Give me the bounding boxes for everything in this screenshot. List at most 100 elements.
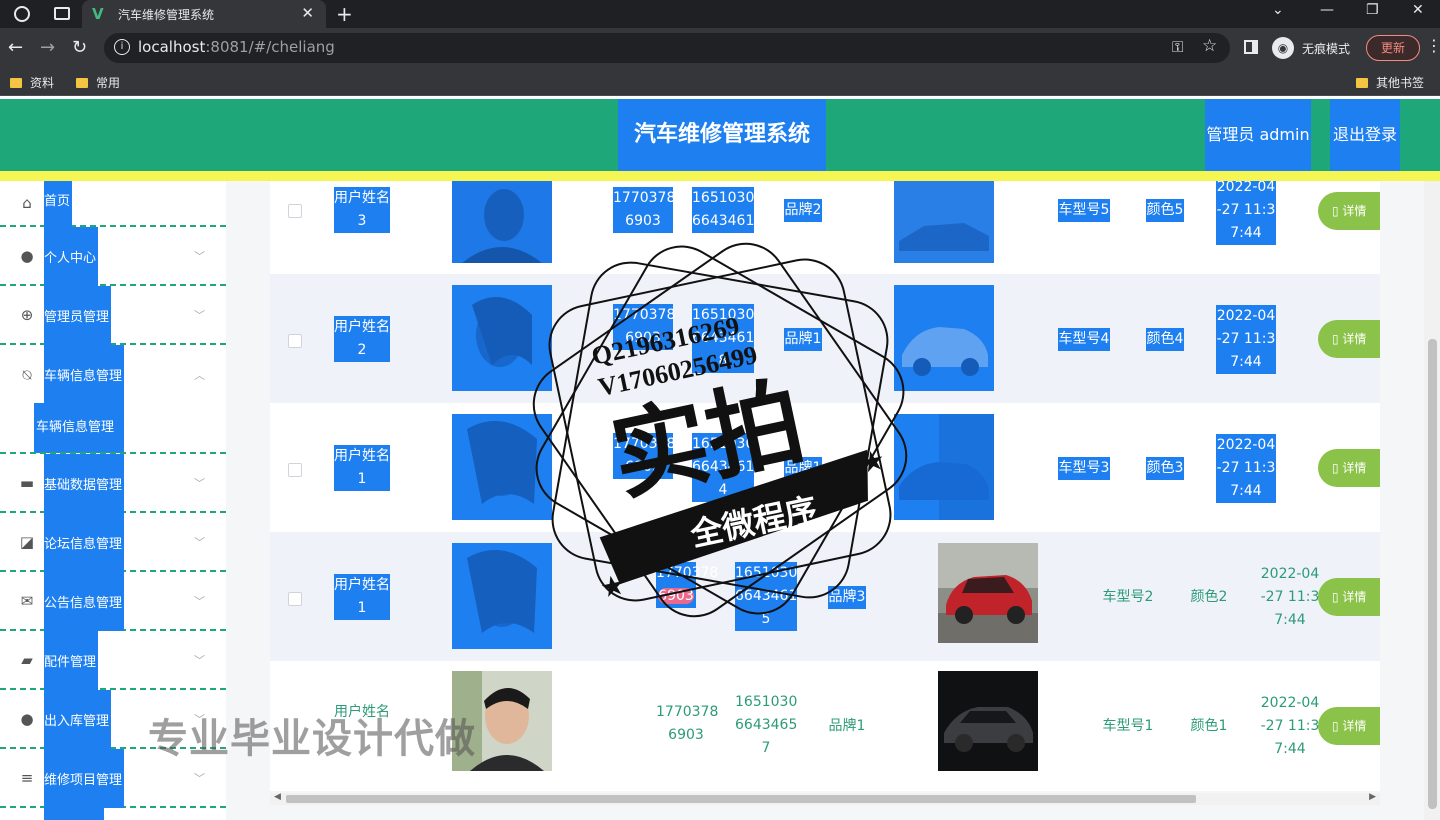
url-text[interactable]: localhost:8081/#/cheliang xyxy=(138,38,335,56)
created-time-cell: 2022-04 -27 11:3 7:44 xyxy=(1216,181,1276,245)
row-checkbox[interactable] xyxy=(288,592,302,606)
vehicle-photo xyxy=(938,671,1038,771)
user-name-cell: 用户姓名 2 xyxy=(334,316,390,362)
color-cell: 颜色4 xyxy=(1146,328,1184,351)
sidebar-item-partial xyxy=(44,808,104,820)
bookmark-folder[interactable]: 常用 xyxy=(76,74,120,91)
crosshair-icon: ⊕ xyxy=(20,305,34,324)
wallet-icon: ▰ xyxy=(21,650,33,669)
watermark-stamp: Q2196316269 V17060256499 实拍 全微程序 ★ ★ xyxy=(532,242,908,618)
reload-icon[interactable]: ↻ xyxy=(72,37,87,58)
window-close-icon[interactable]: ✕ xyxy=(1412,2,1424,18)
created-time-cell: 2022-04 -27 11:3 7:44 xyxy=(1260,566,1320,628)
color-cell: 颜色3 xyxy=(1146,457,1184,480)
document-icon: ▯ xyxy=(1332,332,1343,346)
update-button[interactable]: 更新 xyxy=(1366,35,1420,61)
color-cell: 颜色5 xyxy=(1146,199,1184,222)
document-icon: ▯ xyxy=(1332,461,1343,475)
sidebar-item-base-data[interactable]: ▬ 基础数据管理 ﹀ xyxy=(0,454,226,513)
tab-title: 汽车维修管理系统 xyxy=(118,8,215,22)
window-icon[interactable] xyxy=(54,7,70,20)
bookmark-star-icon[interactable]: ☆ xyxy=(1202,36,1217,56)
other-bookmarks[interactable]: 其他书签 xyxy=(1356,74,1424,91)
key-icon[interactable]: ⚿ xyxy=(1172,38,1183,56)
user-name-cell: 用户姓名 1 xyxy=(334,445,390,491)
sidebar-item-forum[interactable]: ◪ 论坛信息管理 ﹀ xyxy=(0,513,226,572)
current-user-label: 管理员 admin xyxy=(1205,99,1311,171)
sidebar-submenu-divider xyxy=(0,397,226,454)
chevron-up-icon: ︿ xyxy=(194,368,205,382)
scroll-left-icon[interactable]: ◀ xyxy=(274,792,281,802)
address-bar-row: ← → ↻ i localhost:8081/#/cheliang ⚿ ☆ ◉ … xyxy=(0,28,1440,68)
sidebar-item-announcements[interactable]: ✉ 公告信息管理 ﹀ xyxy=(0,572,226,631)
document-icon: ▯ xyxy=(1332,590,1343,604)
phone-cell: 1770378 6903 xyxy=(613,187,675,233)
incognito-label: 无痕模式 xyxy=(1302,42,1351,56)
row-checkbox[interactable] xyxy=(288,204,302,218)
detail-button[interactable]: ▯ 详情 xyxy=(1318,320,1380,358)
row-checkbox[interactable] xyxy=(288,463,302,477)
scrollbar-thumb[interactable] xyxy=(1428,339,1437,809)
new-tab-icon[interactable]: + xyxy=(336,2,353,26)
globe-icon[interactable] xyxy=(14,6,30,22)
vue-favicon-icon: V xyxy=(92,5,104,23)
chevron-down-icon: ﹀ xyxy=(194,249,205,263)
folder-icon xyxy=(76,78,88,88)
user-icon: ● xyxy=(20,709,34,728)
created-time-cell: 2022-04 -27 11:3 7:44 xyxy=(1216,305,1276,374)
maximize-icon[interactable]: ❐ xyxy=(1366,2,1379,18)
model-cell: 车型号4 xyxy=(1058,328,1110,351)
home-icon: ⌂ xyxy=(22,194,32,212)
watermark-text: 专业毕业设计代做 xyxy=(148,716,476,762)
detail-button[interactable]: ▯ 详情 xyxy=(1318,707,1380,745)
row-checkbox[interactable] xyxy=(288,334,302,348)
phone-cell: 1770378 6903 xyxy=(656,704,719,743)
sidebar-item-personal-center[interactable]: ● 个人中心 ﹀ xyxy=(0,227,226,286)
chevron-down-icon: ﹀ xyxy=(194,653,205,667)
bell-off-icon: ⍉ xyxy=(22,365,32,384)
sidebar-item-home[interactable]: ⌂ 首页 xyxy=(0,181,226,227)
more-menu-icon[interactable]: ⋮ xyxy=(1426,36,1440,55)
horizontal-scrollbar[interactable]: ◀ ▶ xyxy=(270,792,1380,805)
star-icon: ★ xyxy=(857,443,888,480)
browser-tab[interactable]: V 汽车维修管理系统 ✕ xyxy=(82,0,326,28)
side-panel-icon[interactable] xyxy=(1244,40,1258,54)
document-icon: ▯ xyxy=(1332,719,1343,733)
chevron-down-icon: ﹀ xyxy=(194,771,205,785)
detail-button[interactable]: ▯ 详情 xyxy=(1318,578,1380,616)
model-cell: 车型号3 xyxy=(1058,457,1110,480)
vehicle-photo xyxy=(938,543,1038,643)
url-field[interactable]: i localhost:8081/#/cheliang ⚿ ☆ xyxy=(104,33,1230,63)
minimize-icon[interactable]: — xyxy=(1320,2,1334,18)
model-cell: 车型号2 xyxy=(1102,589,1154,605)
app-header: 汽车维修管理系统 管理员 admin 退出登录 xyxy=(0,99,1440,171)
detail-button[interactable]: ▯ 详情 xyxy=(1318,192,1380,230)
sidebar-item-vehicle-info[interactable]: ⍉ 车辆信息管理 ︿ xyxy=(0,345,226,404)
list-icon: ≡ xyxy=(20,768,34,787)
scrollbar-thumb[interactable] xyxy=(286,795,1196,803)
tab-search-icon[interactable]: ⌄ xyxy=(1272,2,1284,18)
created-time-cell: 2022-04 -27 11:3 7:44 xyxy=(1216,434,1276,503)
folder-icon xyxy=(1356,78,1368,88)
close-tab-icon[interactable]: ✕ xyxy=(301,4,314,22)
model-cell: 车型号1 xyxy=(1102,718,1154,734)
site-info-icon[interactable]: i xyxy=(114,39,130,55)
browser-tab-bar: V 汽车维修管理系统 ✕ + ⌄ — ❐ ✕ xyxy=(0,0,1440,28)
sidebar-item-admin-management[interactable]: ⊕ 管理员管理 ﹀ xyxy=(0,286,226,345)
user-name-cell: 用户姓名 1 xyxy=(334,574,390,620)
color-cell: 颜色2 xyxy=(1190,589,1228,605)
vertical-scrollbar[interactable] xyxy=(1424,181,1440,820)
id-number-cell: 1651030 6643461 xyxy=(692,187,754,233)
sidebar-item-parts[interactable]: ▰ 配件管理 ﹀ xyxy=(0,631,226,690)
detail-button[interactable]: ▯ 详情 xyxy=(1318,449,1380,487)
back-icon[interactable]: ← xyxy=(8,37,23,58)
folder-icon xyxy=(10,78,22,88)
id-number-cell: 1651030 6643465 7 xyxy=(735,694,798,756)
brand-cell: 品牌2 xyxy=(784,199,822,222)
forward-icon[interactable]: → xyxy=(40,37,55,58)
bookmarks-bar: 资料 常用 其他书签 xyxy=(0,68,1440,96)
logout-button[interactable]: 退出登录 xyxy=(1330,99,1400,171)
scroll-right-icon[interactable]: ▶ xyxy=(1369,792,1376,802)
bookmark-folder[interactable]: 资料 xyxy=(10,74,54,91)
incognito-icon[interactable]: ◉ xyxy=(1272,37,1294,59)
